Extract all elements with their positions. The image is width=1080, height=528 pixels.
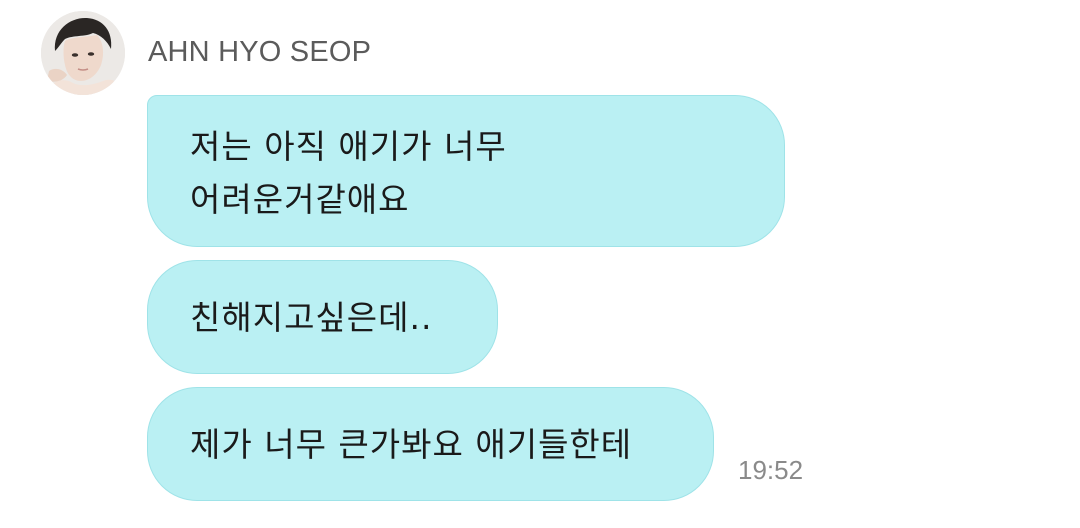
- message-text: 친해지고싶은데..: [190, 298, 433, 337]
- message-timestamp: 19:52: [738, 455, 804, 485]
- message-bubble[interactable]: 제가 너무 큰가봐요 애기들한테: [147, 387, 714, 501]
- message-text: 저는 아직 애기가 너무: [190, 127, 507, 166]
- message-text: 어려운거같애요: [190, 180, 410, 219]
- profile-photo-icon: [41, 11, 125, 95]
- message-text: 제가 너무 큰가봐요 애기들한테: [190, 425, 633, 464]
- sender-name: AHN HYO SEOP: [148, 36, 372, 68]
- message-bubble[interactable]: 저는 아직 애기가 너무 어려운거같애요: [147, 95, 785, 247]
- avatar[interactable]: [41, 11, 125, 95]
- chat-message-group: AHN HYO SEOP 저는 아직 애기가 너무 어려운거같애요 친해지고싶은…: [0, 0, 1080, 528]
- message-bubble[interactable]: 친해지고싶은데..: [147, 260, 498, 374]
